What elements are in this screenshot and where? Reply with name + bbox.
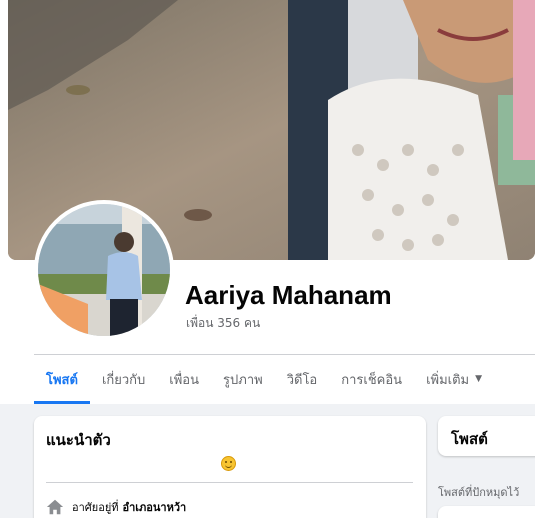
avatar-image <box>38 204 170 336</box>
tab-checkins[interactable]: การเช็คอิน <box>329 356 414 402</box>
tab-videos[interactable]: วิดีโอ <box>275 356 330 402</box>
posts-card: โพสต์ <box>438 416 535 456</box>
tab-posts[interactable]: โพสต์ <box>34 356 90 404</box>
pinned-post-card[interactable] <box>438 506 535 518</box>
header-divider <box>34 354 535 355</box>
tab-more[interactable]: เพิ่มเติม ▼ <box>414 356 494 402</box>
friends-count[interactable]: เพื่อน 356 คน <box>186 314 260 333</box>
intro-card: แนะนำตัว อาศัยอยู่ที่ อำเภอนาหว้า <box>34 416 426 518</box>
profile-name: Aariya Mahanam <box>185 280 392 310</box>
posts-title: โพสต์ <box>451 430 488 448</box>
caret-down-icon: ▼ <box>475 374 483 384</box>
tab-friends[interactable]: เพื่อน <box>157 356 211 402</box>
tab-about[interactable]: เกี่ยวกับ <box>90 356 157 402</box>
pinned-posts-label: โพสต์ที่ปักหมุดไว้ <box>438 486 520 499</box>
lives-in-row: อาศัยอยู่ที่ อำเภอนาหว้า <box>46 498 186 516</box>
profile-tabs: โพสต์ เกี่ยวกับ เพื่อน รูปภาพ วิดีโอ การ… <box>34 356 494 404</box>
tab-photos[interactable]: รูปภาพ <box>211 356 275 402</box>
profile-avatar[interactable] <box>34 200 174 340</box>
lives-in-label: อาศัยอยู่ที่ <box>72 501 119 514</box>
home-icon <box>46 499 64 515</box>
lives-in-value[interactable]: อำเภอนาหว้า <box>123 498 187 516</box>
intro-divider <box>46 482 413 483</box>
tab-more-label: เพิ่มเติม <box>426 372 470 388</box>
intro-title: แนะนำตัว <box>46 431 111 449</box>
smile-emoji-icon <box>221 456 236 471</box>
